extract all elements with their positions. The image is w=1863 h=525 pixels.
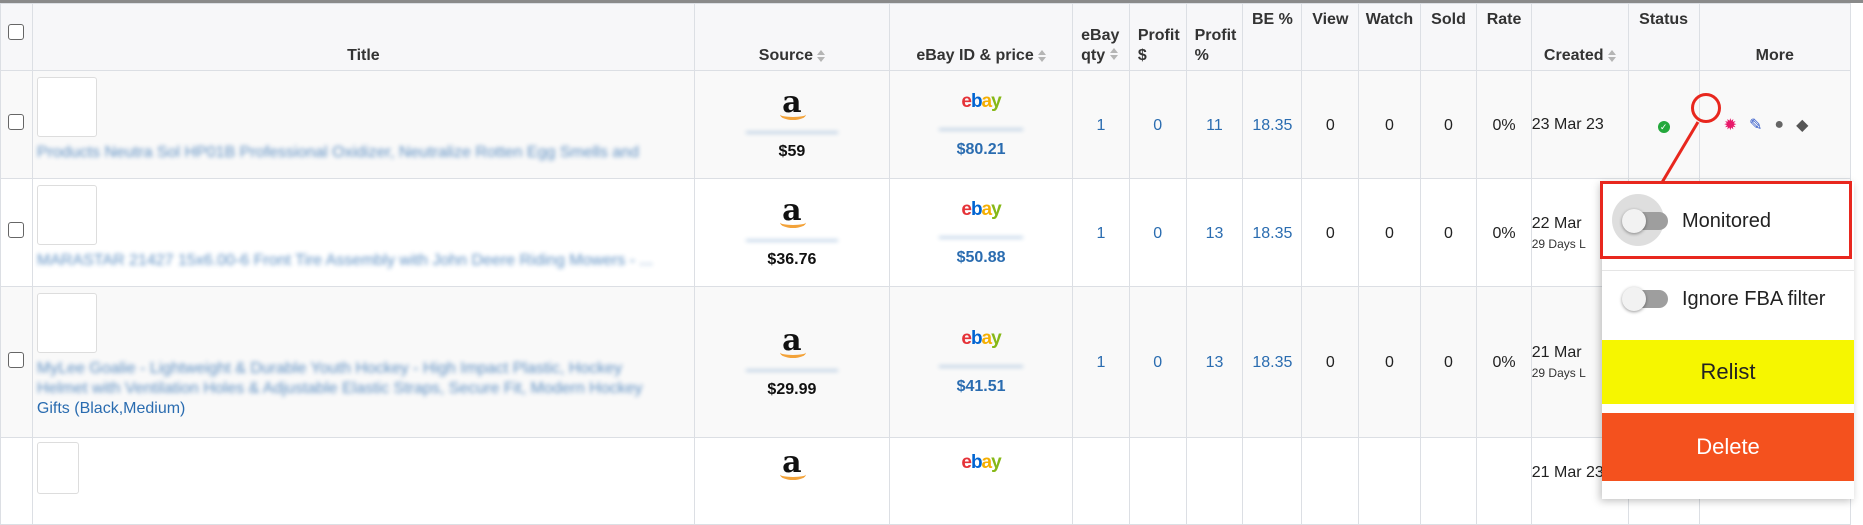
col-sold[interactable]: Sold (1419, 3, 1478, 71)
be-pct-link[interactable]: 18.35 (1252, 117, 1292, 134)
sold-count: 0 (1444, 354, 1453, 371)
product-thumbnail[interactable] (36, 185, 97, 245)
product-title-link[interactable]: MARASTAR 21427 15x6.00-6 Front Tire Asse… (37, 251, 686, 271)
profit-pct-link[interactable]: 13 (1206, 225, 1224, 242)
col-view[interactable]: View (1301, 3, 1360, 71)
ignore-fba-label: Ignore FBA filter (1682, 287, 1826, 310)
rate-value: 0% (1492, 224, 1516, 242)
watch-count: 0 (1384, 224, 1394, 242)
be-pct-link[interactable]: 18.35 (1252, 354, 1292, 371)
relist-button[interactable]: Relist (1602, 340, 1854, 404)
rate-value: 0% (1492, 354, 1516, 371)
ebay-price-link[interactable]: $41.51 (957, 378, 1006, 395)
col-source[interactable]: Source (693, 3, 890, 71)
table-row: Products Neutra Sol HP01B Professional O… (0, 70, 1852, 179)
col-ebay-id-price[interactable]: eBay ID & price (888, 3, 1074, 71)
table-row: MARASTAR 21427 15x6.00-6 Front Tire Asse… (0, 178, 1852, 287)
sold-count: 0 (1444, 224, 1453, 242)
ebay-logo-icon[interactable]: ebay (890, 328, 1072, 350)
col-ebay-qty[interactable]: eBay qty (1072, 3, 1130, 71)
created-date: 23 Mar 23 (1531, 115, 1604, 133)
ebay-qty-link[interactable]: 1 (1097, 354, 1106, 371)
amazon-logo-icon[interactable]: a (780, 88, 807, 120)
col-watch[interactable]: Watch (1358, 3, 1421, 71)
sort-icon (1037, 50, 1046, 62)
col-more: More (1698, 3, 1852, 71)
gear-icon[interactable]: ✹ (1724, 115, 1737, 135)
watch-count: 0 (1384, 116, 1394, 134)
source-price: $36.76 (767, 251, 817, 268)
be-pct-link[interactable]: 18.35 (1252, 225, 1292, 242)
product-title-link[interactable]: Products Neutra Sol HP01B Professional O… (37, 143, 686, 163)
col-rate[interactable]: Rate (1476, 3, 1532, 71)
source-price: $59 (778, 143, 806, 160)
ebay-id-link[interactable] (939, 356, 1024, 367)
product-title-link[interactable]: MyLee Goalie - Lightweight & Durable You… (37, 359, 686, 419)
amazon-logo-icon[interactable]: a (780, 325, 807, 358)
table-row: MyLee Goalie - Lightweight & Durable You… (0, 286, 1852, 438)
rate-value: 0% (1492, 116, 1516, 134)
ebay-qty-link[interactable]: 1 (1097, 117, 1106, 134)
profit-usd-link[interactable]: 0 (1153, 354, 1162, 371)
tag-icon[interactable]: ◆ (1796, 115, 1808, 135)
created-date: 22 Mar (1531, 214, 1582, 232)
comment-icon[interactable]: ● (1774, 116, 1784, 134)
sort-icon (1109, 47, 1118, 60)
ebay-id-link[interactable] (939, 119, 1024, 130)
pencil-icon[interactable]: ✎ (1749, 115, 1762, 135)
source-asin-link[interactable] (745, 230, 838, 241)
ignore-fba-toggle[interactable] (1622, 287, 1668, 311)
view-count: 0 (1325, 116, 1335, 134)
ebay-price-link[interactable]: $50.88 (957, 249, 1006, 266)
listings-table: Title Source eBay ID & price eBay qty Pro… (0, 3, 1852, 525)
ebay-logo-icon[interactable]: ebay (890, 91, 1072, 113)
col-be-pct[interactable]: BE % (1242, 3, 1303, 71)
ebay-logo-icon[interactable]: ebay (890, 199, 1072, 221)
amazon-logo-icon[interactable]: a (780, 448, 807, 480)
row-checkbox[interactable] (8, 351, 25, 368)
table-header: Title Source eBay ID & price eBay qty Pro… (0, 3, 1852, 71)
source-asin-link[interactable] (745, 122, 838, 133)
status-ok-icon: ✓ (1657, 120, 1670, 133)
select-all-cell (0, 3, 33, 71)
col-created[interactable]: Created (1530, 3, 1629, 71)
col-title[interactable]: Title (31, 3, 695, 71)
ebay-qty-link[interactable]: 1 (1097, 225, 1106, 242)
profit-usd-link[interactable]: 0 (1153, 225, 1162, 242)
product-thumbnail[interactable] (36, 442, 79, 494)
sold-count: 0 (1444, 116, 1453, 134)
sort-icon (817, 50, 826, 62)
created-date: 21 Mar (1531, 344, 1582, 361)
col-profit-usd[interactable]: Profit $ (1128, 3, 1187, 71)
row-checkbox[interactable] (8, 222, 25, 238)
source-price: $29.99 (767, 380, 817, 398)
table-row: a ebay 21 Mar 23 (0, 437, 1852, 525)
annotation-highlight-box (1600, 181, 1852, 259)
ebay-id-link[interactable] (939, 227, 1024, 238)
row-checkbox[interactable] (8, 114, 25, 130)
view-count: 0 (1325, 224, 1335, 242)
sort-icon (1607, 50, 1616, 62)
amazon-logo-icon[interactable]: a (780, 196, 807, 228)
source-asin-link[interactable] (745, 360, 838, 371)
view-count: 0 (1325, 354, 1335, 371)
ignore-fba-toggle-row[interactable]: Ignore FBA filter (1602, 270, 1854, 327)
profit-pct-link[interactable]: 11 (1206, 117, 1223, 134)
select-all-checkbox[interactable] (8, 24, 25, 40)
product-thumbnail[interactable] (36, 77, 97, 137)
product-thumbnail[interactable] (36, 293, 97, 353)
profit-pct-link[interactable]: 13 (1206, 354, 1224, 371)
created-date: 21 Mar 23 (1531, 464, 1604, 481)
profit-usd-link[interactable]: 0 (1153, 117, 1162, 134)
watch-count: 0 (1384, 354, 1394, 371)
col-status[interactable]: Status (1627, 3, 1700, 71)
ebay-logo-icon[interactable]: ebay (890, 452, 1072, 474)
annotation-circle (1691, 93, 1721, 123)
delete-button[interactable]: Delete (1602, 413, 1854, 481)
col-profit-pct[interactable]: Profit% (1185, 3, 1244, 71)
ebay-price-link[interactable]: $80.21 (957, 141, 1006, 158)
